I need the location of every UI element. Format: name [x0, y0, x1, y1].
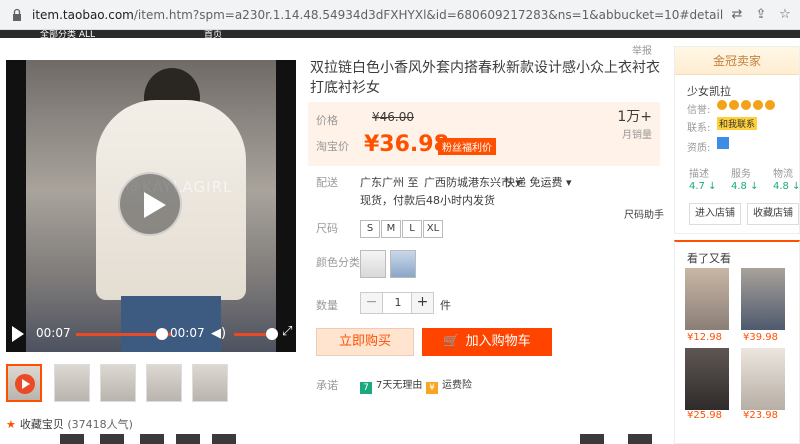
contact-seller-button[interactable]: 和我联系: [717, 117, 758, 130]
recommend-image[interactable]: [741, 348, 785, 410]
monthly-sales: 1万+ 月销量: [617, 106, 652, 141]
express-select[interactable]: 快递 免运费 ▾: [504, 174, 572, 190]
current-price: ¥36.98: [364, 132, 449, 157]
video-play-icon: [15, 374, 35, 394]
promise-7day[interactable]: 7 7天无理由: [360, 376, 422, 394]
nav-all-categories[interactable]: 全部分类 ALL: [40, 30, 95, 38]
report-link[interactable]: 举报: [632, 42, 652, 57]
recommend-image[interactable]: [741, 268, 785, 330]
thumbnail-image[interactable]: [100, 364, 136, 402]
size-helper-link[interactable]: 尺码助手: [624, 206, 664, 221]
size-option-m[interactable]: M: [381, 220, 401, 238]
fullscreen-icon[interactable]: ⤢: [282, 324, 292, 339]
nav-home[interactable]: 首页: [204, 30, 222, 38]
crown-rating-icon: [717, 99, 777, 113]
video-controls: 00:07 00:07 ◀) ⤢: [6, 316, 296, 352]
add-to-cart-label: 加入购物车: [465, 334, 531, 349]
quantity-input[interactable]: 1: [383, 293, 413, 313]
score-value: 4.7 ↓: [689, 181, 717, 192]
quantity-unit: 件: [440, 299, 451, 312]
seller-panel: 金冠卖家 少女凯拉 信誉: 联系: 和我联系 资质: 描述 4.7 ↓ 服务 4…: [674, 46, 800, 234]
quantity-decrease-button[interactable]: −: [361, 293, 383, 313]
price-label: 价格: [316, 114, 338, 127]
enter-shop-button[interactable]: 进入店铺: [689, 203, 741, 225]
score-value: 4.8 ↓: [773, 181, 800, 192]
see-also-title: 看了又看: [687, 252, 731, 265]
recommend-price[interactable]: ¥39.98: [743, 332, 778, 343]
score-value: 4.8 ↓: [731, 181, 759, 192]
product-video[interactable]: @KAYLAGIRL 00:07 00:07 ◀) ⤢: [6, 60, 296, 352]
original-price: ¥46.00: [372, 110, 414, 124]
quantity-increase-button[interactable]: +: [411, 293, 433, 313]
product-title: 双拉链白色小香风外套内搭春秋新款设计感小众上衣衬衣打底衬衫女: [310, 60, 660, 96]
url-path: /item.htm?spm=a230r.1.14.48.54934d3dFXHY…: [133, 8, 724, 22]
qualification-icon[interactable]: [717, 137, 729, 149]
shipping-label: 配送: [316, 176, 338, 189]
quantity-label: 数量: [316, 299, 338, 312]
thumbnail-image[interactable]: [192, 364, 228, 402]
credit-label: 信誉:: [687, 105, 711, 116]
url-host: item.taobao.com: [32, 8, 134, 22]
size-label: 尺码: [316, 222, 338, 235]
score-category: 物流: [773, 169, 793, 180]
recommend-price[interactable]: ¥25.98: [687, 410, 722, 421]
thumbnail-image[interactable]: [54, 364, 90, 402]
price-box: 价格 ¥46.00 淘宝价 ¥36.98 粉丝福利价 1万+ 月销量: [308, 102, 660, 166]
seller-level-header: 金冠卖家: [675, 47, 799, 75]
sales-count: 1万+: [617, 109, 652, 125]
add-to-cart-button[interactable]: 🛒 加入购物车: [422, 328, 552, 356]
contact-label: 联系:: [687, 123, 711, 134]
score-category: 描述: [689, 169, 709, 180]
sales-label: 月销量: [622, 130, 652, 141]
color-label: 颜色分类: [316, 256, 360, 269]
star-icon: ★: [6, 418, 16, 431]
cart-icon: 🛒: [443, 334, 460, 349]
favorite-item[interactable]: ★ 收藏宝贝 (37418人气): [6, 416, 133, 432]
bookmark-star-icon[interactable]: ☆: [776, 6, 794, 24]
shipping-from: 广东广州 至: [360, 176, 419, 189]
recommend-price[interactable]: ¥23.98: [743, 410, 778, 421]
size-option-l[interactable]: L: [402, 220, 422, 238]
recommend-image[interactable]: [685, 348, 729, 410]
progress-knob[interactable]: [156, 328, 168, 340]
qualification-label: 资质:: [687, 143, 711, 154]
collect-shop-button[interactable]: 收藏店铺: [747, 203, 799, 225]
control-play-icon[interactable]: [12, 326, 24, 342]
address-bar[interactable]: item.taobao.com/item.htm?spm=a230r.1.14.…: [0, 0, 800, 30]
share-icon[interactable]: ⇪: [752, 6, 770, 24]
color-option-white[interactable]: [360, 250, 386, 278]
translate-icon[interactable]: ⇄: [728, 6, 746, 24]
insurance-icon: ¥: [426, 382, 438, 394]
fan-price-badge: 粉丝福利价: [438, 138, 496, 155]
favorite-count: (37418人气): [67, 418, 133, 431]
size-option-xl[interactable]: XL: [423, 220, 443, 238]
time-total: 00:07: [170, 326, 205, 340]
favorite-label: 收藏宝贝: [19, 418, 64, 431]
promise-label: 承诺: [316, 379, 338, 392]
thumbnail-image[interactable]: [146, 364, 182, 402]
top-nav: 全部分类 ALL 首页: [0, 30, 800, 38]
recommend-price[interactable]: ¥12.98: [687, 332, 722, 343]
volume-icon[interactable]: ◀): [211, 326, 226, 341]
size-option-s[interactable]: S: [360, 220, 380, 238]
lock-icon: [13, 8, 21, 21]
play-icon[interactable]: [118, 172, 182, 236]
score-category: 服务: [731, 169, 751, 180]
taobao-price-label: 淘宝价: [316, 140, 349, 153]
seven-day-icon: 7: [360, 382, 372, 394]
url-text[interactable]: item.taobao.com/item.htm?spm=a230r.1.14.…: [32, 8, 723, 22]
buy-now-button[interactable]: 立即购买: [316, 328, 414, 356]
quantity-stepper: − 1 +: [360, 292, 434, 314]
delivery-note: 现货，付款后48小时内发货: [360, 194, 495, 207]
recommend-image[interactable]: [685, 268, 729, 330]
thumbnail-video[interactable]: [6, 364, 42, 402]
volume-knob[interactable]: [266, 328, 278, 340]
time-current: 00:07: [36, 326, 71, 340]
see-also-panel: 看了又看 ¥12.98 ¥39.98 ¥25.98 ¥23.98: [674, 240, 800, 444]
color-option-blue[interactable]: [390, 250, 416, 278]
shop-name[interactable]: 少女凯拉: [687, 83, 731, 99]
promise-shipping-insurance[interactable]: ¥ 运费险: [426, 376, 472, 394]
